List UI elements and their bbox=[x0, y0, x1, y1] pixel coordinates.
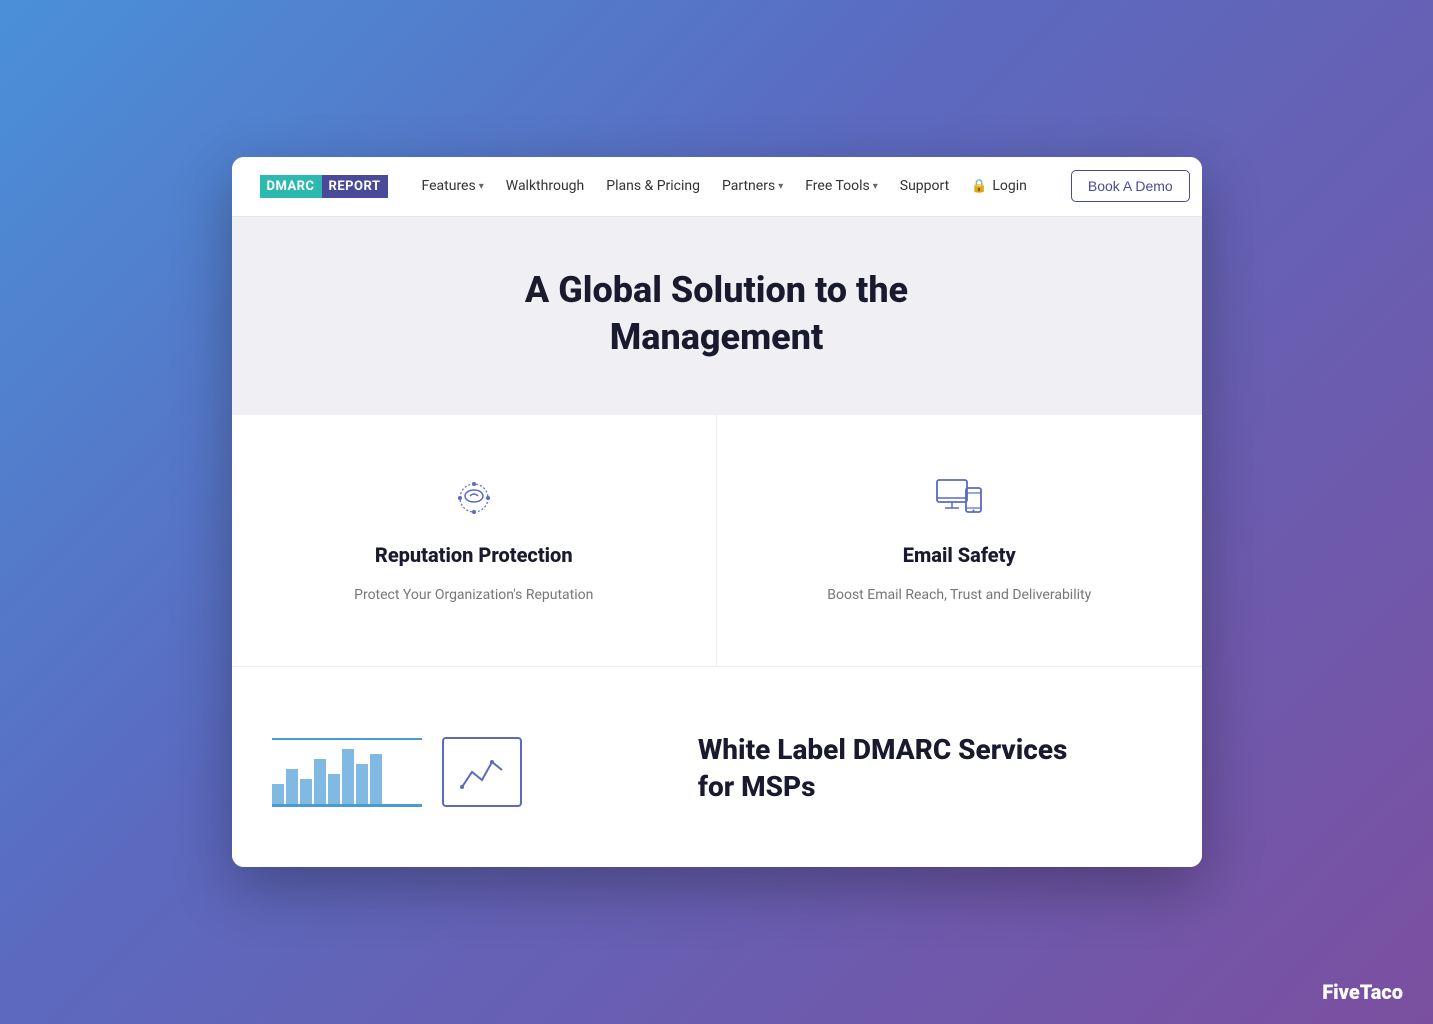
email-safety-icon bbox=[933, 474, 985, 522]
navbar: DMARC REPORT Features ▾ Walkthrough Plan… bbox=[232, 157, 1202, 217]
free-tools-chevron-icon: ▾ bbox=[873, 181, 878, 192]
logo[interactable]: DMARC REPORT bbox=[260, 175, 388, 198]
analytics-icon bbox=[457, 752, 507, 792]
email-desc: Boost Email Reach, Trust and Deliverabil… bbox=[827, 585, 1091, 606]
fivetaco-badge: FiveTaco bbox=[1322, 980, 1403, 1004]
features-section: Reputation Protection Protect Your Organ… bbox=[232, 415, 1202, 667]
reputation-title: Reputation Protection bbox=[375, 543, 573, 567]
nav-support[interactable]: Support bbox=[900, 178, 949, 194]
nav-partners[interactable]: Partners ▾ bbox=[722, 178, 783, 194]
bottom-title: White Label DMARC Services for MSPs bbox=[698, 732, 1162, 805]
nav-free-tools[interactable]: Free Tools ▾ bbox=[805, 178, 878, 194]
analytics-chart bbox=[442, 737, 522, 807]
feature-reputation: Reputation Protection Protect Your Organ… bbox=[232, 415, 718, 666]
browser-window: DMARC REPORT Features ▾ Walkthrough Plan… bbox=[232, 157, 1202, 868]
logo-dmarc[interactable]: DMARC bbox=[260, 175, 322, 198]
feature-email: Email Safety Boost Email Reach, Trust an… bbox=[717, 415, 1202, 666]
logo-report[interactable]: REPORT bbox=[322, 175, 388, 198]
reputation-icon bbox=[448, 472, 500, 524]
hero-section: A Global Solution to the Management bbox=[232, 217, 1202, 416]
email-icon-wrap bbox=[929, 470, 989, 525]
bottom-text: White Label DMARC Services for MSPs bbox=[698, 727, 1162, 805]
reputation-icon-wrap bbox=[444, 470, 504, 525]
bottom-images bbox=[272, 727, 658, 807]
ruler-chart bbox=[272, 727, 422, 807]
email-title: Email Safety bbox=[903, 543, 1016, 567]
nav-plans-pricing[interactable]: Plans & Pricing bbox=[606, 178, 700, 194]
bottom-section: White Label DMARC Services for MSPs bbox=[232, 667, 1202, 867]
book-demo-button[interactable]: Book A Demo bbox=[1071, 170, 1190, 202]
nav-walkthrough[interactable]: Walkthrough bbox=[506, 178, 584, 194]
reputation-desc: Protect Your Organization's Reputation bbox=[354, 585, 593, 606]
hero-title: A Global Solution to the Management bbox=[272, 267, 1162, 361]
lock-icon: 🔒 bbox=[971, 179, 987, 194]
nav-login[interactable]: 🔒 Login bbox=[971, 178, 1027, 194]
features-chevron-icon: ▾ bbox=[479, 181, 484, 192]
partners-chevron-icon: ▾ bbox=[778, 181, 783, 192]
nav-features[interactable]: Features ▾ bbox=[422, 178, 484, 194]
